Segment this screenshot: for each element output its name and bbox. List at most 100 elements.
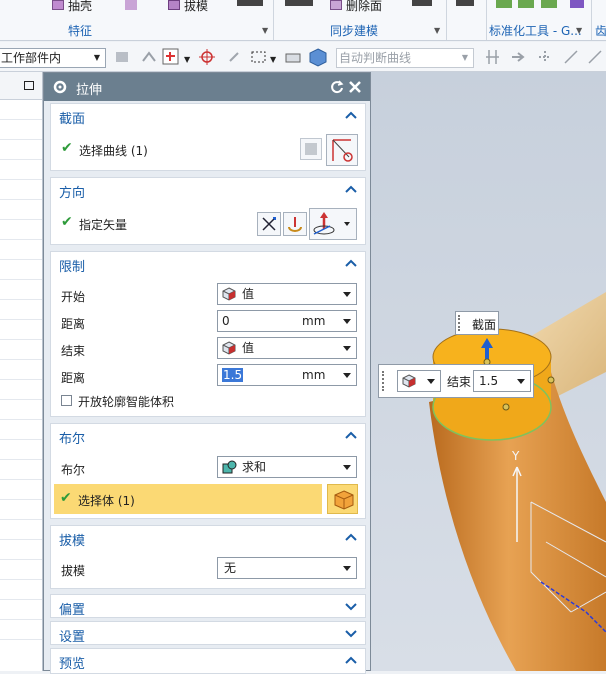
list-item[interactable] [0,140,42,160]
gear-icon[interactable] [52,79,68,95]
list-item[interactable] [0,540,42,560]
start-type-dropdown[interactable]: 值 [217,283,357,305]
end-type-dropdown[interactable]: 值 [217,337,357,359]
eraser-icon[interactable] [284,48,302,66]
distance1-input[interactable]: 0 mm [217,310,357,332]
chevron-up-icon[interactable] [345,655,357,665]
list-item[interactable] [0,280,42,300]
list-item[interactable] [0,520,42,540]
group-expand-icon[interactable]: ▼ [434,26,440,35]
move-face-button[interactable] [285,0,313,6]
list-item[interactable] [0,260,42,280]
list-item[interactable] [0,240,42,260]
list-item[interactable] [0,600,42,620]
chevron-down-icon[interactable]: ▼ [270,55,276,64]
list-item[interactable] [0,580,42,600]
chevron-up-icon[interactable] [345,258,357,268]
chevron-down-icon[interactable] [345,601,357,611]
section-direction-header[interactable]: 方向 [51,178,365,202]
drag-handle-icon[interactable] [458,315,462,331]
handle-point[interactable] [502,403,510,411]
handle-point[interactable] [547,376,555,384]
section-profile-header[interactable]: 截面 [51,104,365,128]
list-item[interactable] [0,620,42,640]
list-item[interactable] [0,360,42,380]
end-onscreen-input[interactable]: 结束 1.5 [378,364,534,398]
list-item[interactable] [0,480,42,500]
list-item[interactable] [0,200,42,220]
close-icon[interactable] [348,80,362,94]
line-icon[interactable] [586,48,604,66]
list-item[interactable] [0,100,42,120]
list-item[interactable] [0,420,42,440]
list-item[interactable] [0,120,42,140]
draft-dropdown[interactable]: 无 [217,557,357,579]
boolean-dropdown[interactable]: 求和 [217,456,357,478]
list-item[interactable] [0,320,42,340]
section-offset-header[interactable]: 偏置 [50,594,366,618]
chevron-down-icon[interactable]: ▼ [184,55,190,64]
list-item[interactable] [0,440,42,460]
open-profile-checkbox[interactable] [61,395,72,406]
list-item[interactable] [0,180,42,200]
list-item[interactable] [0,300,42,320]
reset-icon[interactable] [330,80,344,94]
chevron-up-icon[interactable] [345,184,357,194]
maximize-icon[interactable] [24,81,34,90]
section-settings-header[interactable]: 设置 [50,621,366,645]
intersect-icon[interactable] [484,48,502,66]
chevron-up-icon[interactable] [345,532,357,542]
chevron-up-icon[interactable] [345,430,357,440]
section-tag[interactable]: 截面 [455,311,499,335]
section-preview-header[interactable]: 预览 [50,648,366,674]
list-item[interactable] [0,220,42,240]
chevron-down-icon[interactable] [345,628,357,638]
scope-dropdown[interactable]: 工作部件内 ▼ [0,48,106,68]
select-curve-label[interactable]: 选择曲线 (1) [79,142,148,159]
partial-button[interactable] [125,0,141,14]
dialog-title-bar[interactable]: 拉伸 [44,73,370,101]
curve-rule-dropdown[interactable]: 自动判断曲线 ▼ [336,48,474,68]
curve-select-button[interactable] [326,134,358,166]
select-body-row[interactable]: ✔ 选择体 (1) [54,484,322,514]
std-tool-icon[interactable] [541,0,557,8]
shell-button[interactable]: 抽壳 [52,0,92,14]
list-item[interactable] [0,400,42,420]
filter-icon[interactable] [114,49,132,65]
std-tool-icon[interactable] [570,0,584,8]
delete-face-button[interactable]: 删除面 [330,0,382,14]
list-item[interactable] [0,460,42,480]
misc-button[interactable] [456,0,474,6]
sketch-section-button[interactable] [300,138,322,160]
drag-handle-icon[interactable] [382,371,386,391]
draft-button[interactable]: 拔模 [168,0,208,14]
more-button[interactable] [237,0,263,6]
list-item[interactable] [0,340,42,360]
section-limits-header[interactable]: 限制 [51,252,365,276]
cube-icon[interactable] [308,47,328,67]
std-tool-icon[interactable] [518,0,534,8]
open-profile-label[interactable]: 开放轮廓智能体积 [78,393,174,410]
list-item[interactable] [0,500,42,520]
graphics-viewport[interactable]: Y 截面 结束 1.5 [371,72,606,671]
section-boolean-header[interactable]: 布尔 [51,424,365,448]
section-draft-header[interactable]: 拔模 [51,526,365,550]
vector-type-dropdown[interactable] [309,208,357,240]
reverse-direction-button[interactable] [257,212,281,236]
group-expand-icon[interactable]: ▼ [262,26,268,35]
list-item[interactable] [0,160,42,180]
snap-icon[interactable] [140,49,158,65]
select-body-button[interactable] [327,484,358,514]
vector-dialog-button[interactable] [283,212,307,236]
box-select-icon[interactable] [250,49,268,65]
group-expand-icon[interactable]: ▼ [576,26,582,35]
end-value-field[interactable]: 1.5 [473,370,531,392]
grid-icon[interactable] [536,48,554,66]
line-icon[interactable] [562,48,580,66]
list-item[interactable] [0,380,42,400]
std-tool-icon[interactable] [496,0,512,8]
pin-icon[interactable] [226,49,244,65]
point-snap-icon[interactable] [162,48,180,66]
list-item[interactable] [0,560,42,580]
more-sync-button[interactable] [412,0,432,6]
